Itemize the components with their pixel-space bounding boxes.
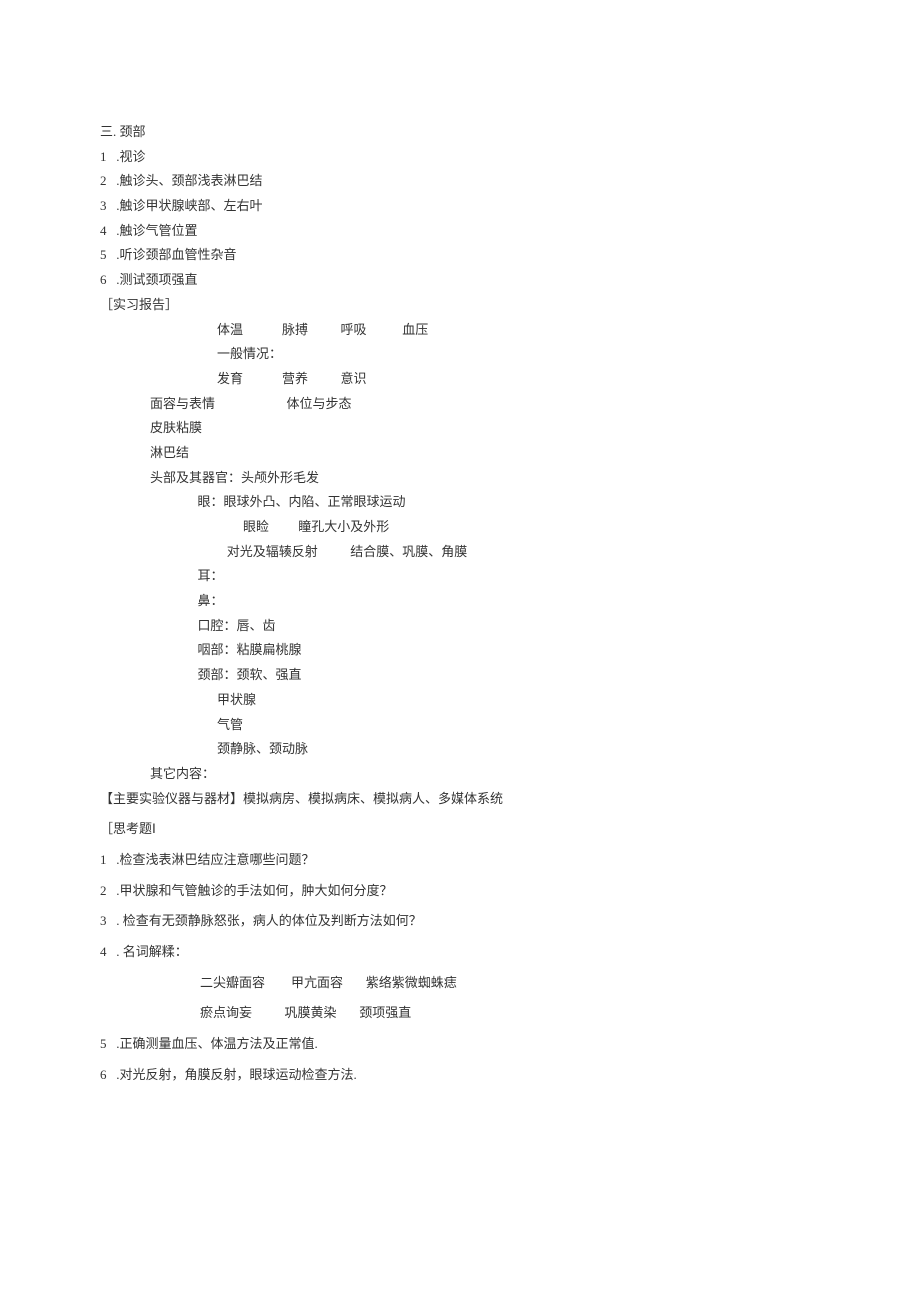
mouth-row: 口腔：唇、齿 [100, 614, 820, 639]
txt: .触诊甲状腺峡部、左右叶 [116, 198, 262, 213]
ear-row: 耳： [100, 564, 820, 589]
trachea-row: 气管 [100, 713, 820, 738]
num: 2 [100, 173, 107, 188]
other-content: 其它内容： [100, 762, 820, 787]
txt: .甲状腺和气管触诊的手法如何，肿大如何分度？ [116, 883, 392, 898]
term-1c: 紫络紫微蜘蛛痣 [366, 975, 457, 990]
trachea: 气管 [217, 717, 243, 732]
general-nutr: 营养 [282, 371, 308, 386]
vital-resp: 呼吸 [341, 322, 367, 337]
nose: 鼻： [198, 593, 224, 608]
num: 4 [100, 223, 107, 238]
lymph-row: 淋巴结 [100, 441, 820, 466]
mouth: 口腔：唇、齿 [198, 618, 276, 633]
txt: .听诊颈部血管性杂音 [116, 247, 236, 262]
term-2b: 巩膜黄染 [285, 1005, 337, 1020]
section-3-item-1: 1 .视诊 [100, 145, 820, 170]
num: 5 [100, 247, 107, 262]
eyelid: 眼睑 [243, 519, 269, 534]
txt: .正确测量血压、体温方法及正常值. [116, 1036, 318, 1051]
eye1: 眼：眼球外凸、内陷、正常眼球运动 [198, 494, 406, 509]
question-3: 3 . 检查有无颈静脉怒张，病人的体位及判断方法如何？ [100, 909, 820, 934]
pharynx: 咽部：粘膜扁桃腺 [198, 642, 302, 657]
general-row: 发育 营养 意识 [100, 367, 820, 392]
question-2: 2 .甲状腺和气管触诊的手法如何，肿大如何分度？ [100, 879, 820, 904]
section-3-item-4: 4 .触诊气管位置 [100, 219, 820, 244]
reflex: 对光及辐辏反射 [227, 544, 318, 559]
eye-row-3: 对光及辐辏反射 结合膜、巩膜、角膜 [100, 540, 820, 565]
question-6: 6 .对光反射，角膜反射，眼球运动检查方法. [100, 1063, 820, 1088]
eye-row-1: 眼：眼球外凸、内陷、正常眼球运动 [100, 490, 820, 515]
term-1b: 甲亢面容 [291, 975, 343, 990]
section-3-item-6: 6 .测试颈项强直 [100, 268, 820, 293]
neck-row: 颈部：颈软、强直 [100, 663, 820, 688]
question-1: 1 .检查浅表淋巴结应注意哪些问题？ [100, 848, 820, 873]
term-1a: 二尖瓣面容 [200, 975, 265, 990]
txt: .触诊气管位置 [116, 223, 197, 238]
txt: .检查浅表淋巴结应注意哪些问题？ [116, 852, 314, 867]
num: 5 [100, 1036, 107, 1051]
txt: . 名词解糅： [116, 944, 188, 959]
jugular-row: 颈静脉、颈动脉 [100, 737, 820, 762]
terms-row-1: 二尖瓣面容 甲亢面容 紫络紫微蜘蛛痣 [100, 971, 820, 996]
question-5: 5 .正确测量血压、体温方法及正常值. [100, 1032, 820, 1057]
section-3-title: 三. 颈部 [100, 120, 820, 145]
num: 6 [100, 272, 107, 287]
neck: 颈部：颈软、强直 [198, 667, 302, 682]
txt: .视诊 [116, 149, 145, 164]
general-dev: 发育 [217, 371, 243, 386]
num: 4 [100, 944, 107, 959]
ear: 耳： [198, 568, 224, 583]
jugular: 颈静脉、颈动脉 [217, 741, 308, 756]
face-row: 面容与表情 体位与步态 [100, 392, 820, 417]
equipment-row: 【主要实验仪器与器材】模拟病房、模拟病床、模拟病人、多媒体系统 [100, 787, 820, 812]
num: 6 [100, 1067, 107, 1082]
section-3-item-5: 5 .听诊颈部血管性杂音 [100, 243, 820, 268]
vitals-row: 体温 脉搏 呼吸 血压 [100, 318, 820, 343]
pupil: 瞳孔大小及外形 [298, 519, 389, 534]
general-consc: 意识 [341, 371, 367, 386]
term-2c: 颈项强直 [359, 1005, 411, 1020]
questions-heading: ［思考题Ⅰ [100, 817, 820, 842]
txt: .触诊头、颈部浅表淋巴结 [116, 173, 262, 188]
txt: . 检查有无颈静脉怒张，病人的体位及判断方法如何？ [116, 913, 422, 928]
num: 1 [100, 149, 107, 164]
vital-pulse: 脉搏 [282, 322, 308, 337]
question-4: 4 . 名词解糅： [100, 940, 820, 965]
vital-bp: 血压 [402, 322, 428, 337]
general-label: 一般情况： [100, 342, 820, 367]
report-heading: ［实习报告］ [100, 293, 820, 318]
num: 3 [100, 198, 107, 213]
head-title: 头部及其器官：头颅外形毛发 [100, 466, 820, 491]
txt: .对光反射，角膜反射，眼球运动检查方法. [116, 1067, 357, 1082]
num: 2 [100, 883, 107, 898]
terms-row-2: 瘀点询妄 巩膜黄染 颈项强直 [100, 1001, 820, 1026]
pharynx-row: 咽部：粘膜扁桃腺 [100, 638, 820, 663]
nose-row: 鼻： [100, 589, 820, 614]
posture: 体位与步态 [287, 396, 352, 411]
section-3-item-2: 2 .触诊头、颈部浅表淋巴结 [100, 169, 820, 194]
membranes: 结合膜、巩膜、角膜 [350, 544, 467, 559]
general-label-text: 一般情况： [217, 346, 282, 361]
thyroid-row: 甲状腺 [100, 688, 820, 713]
eye-row-2: 眼睑 瞳孔大小及外形 [100, 515, 820, 540]
thyroid: 甲状腺 [217, 692, 256, 707]
num: 1 [100, 852, 107, 867]
txt: .测试颈项强直 [116, 272, 197, 287]
term-2a: 瘀点询妄 [200, 1005, 252, 1020]
num: 3 [100, 913, 107, 928]
section-3-item-3: 3 .触诊甲状腺峡部、左右叶 [100, 194, 820, 219]
vital-temp: 体温 [217, 322, 243, 337]
skin-row: 皮肤粘膜 [100, 416, 820, 441]
face-expr: 面容与表情 [150, 396, 215, 411]
